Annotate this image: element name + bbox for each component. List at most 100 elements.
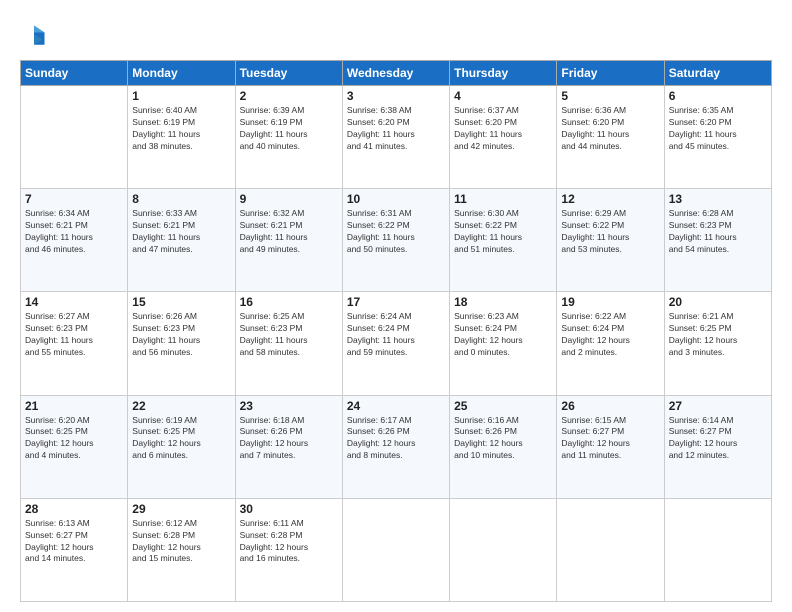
calendar-day-cell: 7 Sunrise: 6:34 AMSunset: 6:21 PMDaylight… bbox=[21, 189, 128, 292]
day-number: 5 bbox=[561, 89, 659, 103]
day-info: Sunrise: 6:23 AMSunset: 6:24 PMDaylight:… bbox=[454, 311, 552, 359]
weekday-header: Friday bbox=[557, 61, 664, 86]
calendar-day-cell: 26Sunrise: 6:15 AMSunset: 6:27 PMDayligh… bbox=[557, 395, 664, 498]
day-info: Sunrise: 6:21 AMSunset: 6:25 PMDaylight:… bbox=[669, 311, 767, 359]
calendar-day-cell: 21Sunrise: 6:20 AMSunset: 6:25 PMDayligh… bbox=[21, 395, 128, 498]
weekday-header: Wednesday bbox=[342, 61, 449, 86]
calendar-day-cell: 14 Sunrise: 6:27 AMSunset: 6:23 PMDayligh… bbox=[21, 292, 128, 395]
calendar-day-cell bbox=[664, 498, 771, 601]
day-number: 24 bbox=[347, 399, 445, 413]
day-number: 30 bbox=[240, 502, 338, 516]
day-info: Sunrise: 6:13 AMSunset: 6:27 PMDaylight:… bbox=[25, 518, 123, 566]
day-info: Sunrise: 6:18 AMSunset: 6:26 PMDaylight:… bbox=[240, 415, 338, 463]
weekday-header: Tuesday bbox=[235, 61, 342, 86]
day-info: Sunrise: 6:32 AMSunset: 6:21 PMDaylight:… bbox=[240, 208, 338, 256]
day-number: 3 bbox=[347, 89, 445, 103]
calendar-day-cell: 15 Sunrise: 6:26 AMSunset: 6:23 PMDayligh… bbox=[128, 292, 235, 395]
day-info: Sunrise: 6:29 AMSunset: 6:22 PMDaylight:… bbox=[561, 208, 659, 256]
day-info: Sunrise: 6:31 AMSunset: 6:22 PMDaylight:… bbox=[347, 208, 445, 256]
logo bbox=[20, 22, 52, 50]
day-info: Sunrise: 6:40 AMSunset: 6:19 PMDaylight:… bbox=[132, 105, 230, 153]
day-info: Sunrise: 6:34 AMSunset: 6:21 PMDaylight:… bbox=[25, 208, 123, 256]
day-number: 2 bbox=[240, 89, 338, 103]
day-info: Sunrise: 6:24 AMSunset: 6:24 PMDaylight:… bbox=[347, 311, 445, 359]
calendar-week-row: 28 Sunrise: 6:13 AMSunset: 6:27 PMDayligh… bbox=[21, 498, 772, 601]
page: SundayMondayTuesdayWednesdayThursdayFrid… bbox=[0, 0, 792, 612]
day-info: Sunrise: 6:12 AMSunset: 6:28 PMDaylight:… bbox=[132, 518, 230, 566]
day-number: 8 bbox=[132, 192, 230, 206]
day-number: 19 bbox=[561, 295, 659, 309]
day-number: 16 bbox=[240, 295, 338, 309]
calendar-day-cell: 3 Sunrise: 6:38 AMSunset: 6:20 PMDaylight… bbox=[342, 86, 449, 189]
day-number: 7 bbox=[25, 192, 123, 206]
day-info: Sunrise: 6:26 AMSunset: 6:23 PMDaylight:… bbox=[132, 311, 230, 359]
day-number: 4 bbox=[454, 89, 552, 103]
calendar-day-cell: 20 Sunrise: 6:21 AMSunset: 6:25 PMDayligh… bbox=[664, 292, 771, 395]
calendar-day-cell: 12Sunrise: 6:29 AMSunset: 6:22 PMDayligh… bbox=[557, 189, 664, 292]
header bbox=[20, 18, 772, 50]
day-number: 9 bbox=[240, 192, 338, 206]
day-number: 28 bbox=[25, 502, 123, 516]
day-info: Sunrise: 6:35 AMSunset: 6:20 PMDaylight:… bbox=[669, 105, 767, 153]
calendar-day-cell: 2Sunrise: 6:39 AMSunset: 6:19 PMDaylight… bbox=[235, 86, 342, 189]
day-number: 14 bbox=[25, 295, 123, 309]
day-number: 20 bbox=[669, 295, 767, 309]
day-number: 17 bbox=[347, 295, 445, 309]
weekday-header: Monday bbox=[128, 61, 235, 86]
calendar-week-row: 7 Sunrise: 6:34 AMSunset: 6:21 PMDaylight… bbox=[21, 189, 772, 292]
calendar-day-cell: 24 Sunrise: 6:17 AMSunset: 6:26 PMDayligh… bbox=[342, 395, 449, 498]
calendar-day-cell: 22Sunrise: 6:19 AMSunset: 6:25 PMDayligh… bbox=[128, 395, 235, 498]
calendar-day-cell: 23 Sunrise: 6:18 AMSunset: 6:26 PMDayligh… bbox=[235, 395, 342, 498]
weekday-header: Saturday bbox=[664, 61, 771, 86]
day-info: Sunrise: 6:30 AMSunset: 6:22 PMDaylight:… bbox=[454, 208, 552, 256]
day-info: Sunrise: 6:15 AMSunset: 6:27 PMDaylight:… bbox=[561, 415, 659, 463]
day-number: 6 bbox=[669, 89, 767, 103]
calendar-day-cell: 4Sunrise: 6:37 AMSunset: 6:20 PMDaylight… bbox=[450, 86, 557, 189]
calendar-day-cell: 9 Sunrise: 6:32 AMSunset: 6:21 PMDaylight… bbox=[235, 189, 342, 292]
day-info: Sunrise: 6:11 AMSunset: 6:28 PMDaylight:… bbox=[240, 518, 338, 566]
calendar-day-cell: 10 Sunrise: 6:31 AMSunset: 6:22 PMDayligh… bbox=[342, 189, 449, 292]
calendar-day-cell bbox=[450, 498, 557, 601]
day-info: Sunrise: 6:33 AMSunset: 6:21 PMDaylight:… bbox=[132, 208, 230, 256]
day-info: Sunrise: 6:28 AMSunset: 6:23 PMDaylight:… bbox=[669, 208, 767, 256]
day-number: 29 bbox=[132, 502, 230, 516]
calendar-day-cell: 30 Sunrise: 6:11 AMSunset: 6:28 PMDayligh… bbox=[235, 498, 342, 601]
calendar-day-cell bbox=[21, 86, 128, 189]
day-info: Sunrise: 6:36 AMSunset: 6:20 PMDaylight:… bbox=[561, 105, 659, 153]
calendar-day-cell: 29 Sunrise: 6:12 AMSunset: 6:28 PMDayligh… bbox=[128, 498, 235, 601]
calendar-week-row: 14 Sunrise: 6:27 AMSunset: 6:23 PMDayligh… bbox=[21, 292, 772, 395]
day-number: 10 bbox=[347, 192, 445, 206]
calendar-day-cell bbox=[557, 498, 664, 601]
calendar-week-row: 21Sunrise: 6:20 AMSunset: 6:25 PMDayligh… bbox=[21, 395, 772, 498]
calendar-day-cell: 16 Sunrise: 6:25 AMSunset: 6:23 PMDayligh… bbox=[235, 292, 342, 395]
day-number: 23 bbox=[240, 399, 338, 413]
day-number: 25 bbox=[454, 399, 552, 413]
day-info: Sunrise: 6:19 AMSunset: 6:25 PMDaylight:… bbox=[132, 415, 230, 463]
calendar-day-cell: 8 Sunrise: 6:33 AMSunset: 6:21 PMDaylight… bbox=[128, 189, 235, 292]
calendar-table: SundayMondayTuesdayWednesdayThursdayFrid… bbox=[20, 60, 772, 602]
day-info: Sunrise: 6:25 AMSunset: 6:23 PMDaylight:… bbox=[240, 311, 338, 359]
calendar-week-row: 1 Sunrise: 6:40 AMSunset: 6:19 PMDaylight… bbox=[21, 86, 772, 189]
day-number: 1 bbox=[132, 89, 230, 103]
calendar-day-cell: 19 Sunrise: 6:22 AMSunset: 6:24 PMDayligh… bbox=[557, 292, 664, 395]
day-info: Sunrise: 6:27 AMSunset: 6:23 PMDaylight:… bbox=[25, 311, 123, 359]
calendar-day-cell: 5 Sunrise: 6:36 AMSunset: 6:20 PMDaylight… bbox=[557, 86, 664, 189]
day-number: 13 bbox=[669, 192, 767, 206]
weekday-header: Thursday bbox=[450, 61, 557, 86]
calendar-day-cell: 28 Sunrise: 6:13 AMSunset: 6:27 PMDayligh… bbox=[21, 498, 128, 601]
calendar-header-row: SundayMondayTuesdayWednesdayThursdayFrid… bbox=[21, 61, 772, 86]
weekday-header: Sunday bbox=[21, 61, 128, 86]
day-info: Sunrise: 6:16 AMSunset: 6:26 PMDaylight:… bbox=[454, 415, 552, 463]
day-number: 27 bbox=[669, 399, 767, 413]
calendar-day-cell: 13 Sunrise: 6:28 AMSunset: 6:23 PMDayligh… bbox=[664, 189, 771, 292]
calendar-day-cell: 1 Sunrise: 6:40 AMSunset: 6:19 PMDaylight… bbox=[128, 86, 235, 189]
calendar-day-cell: 27 Sunrise: 6:14 AMSunset: 6:27 PMDayligh… bbox=[664, 395, 771, 498]
day-number: 18 bbox=[454, 295, 552, 309]
day-info: Sunrise: 6:17 AMSunset: 6:26 PMDaylight:… bbox=[347, 415, 445, 463]
calendar-day-cell: 6 Sunrise: 6:35 AMSunset: 6:20 PMDaylight… bbox=[664, 86, 771, 189]
day-info: Sunrise: 6:22 AMSunset: 6:24 PMDaylight:… bbox=[561, 311, 659, 359]
day-info: Sunrise: 6:14 AMSunset: 6:27 PMDaylight:… bbox=[669, 415, 767, 463]
day-info: Sunrise: 6:38 AMSunset: 6:20 PMDaylight:… bbox=[347, 105, 445, 153]
day-number: 15 bbox=[132, 295, 230, 309]
day-number: 21 bbox=[25, 399, 123, 413]
